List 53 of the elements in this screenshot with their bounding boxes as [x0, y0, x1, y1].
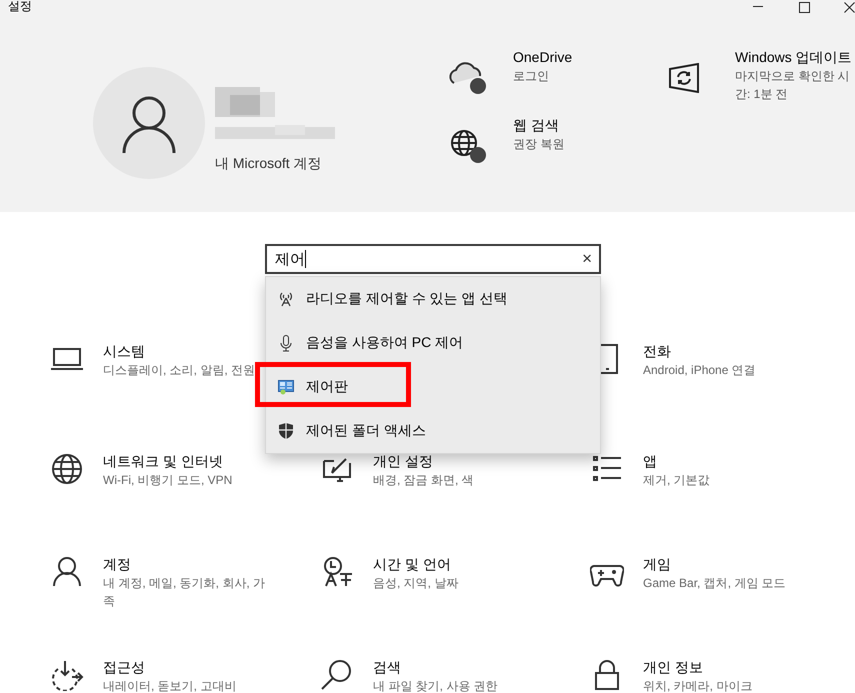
category-title[interactable]: 개인 설정 [373, 451, 474, 471]
shortcut-description: 로그인 [513, 68, 550, 85]
maximize-icon[interactable] [799, 2, 810, 12]
shortcut-title[interactable]: OneDrive [513, 47, 572, 67]
category-description: 음성, 지역, 날짜 [373, 575, 458, 592]
person-icon[interactable] [50, 556, 84, 588]
category-description: 디스플레이, 소리, 알림, 전원 [103, 362, 256, 379]
close-icon[interactable] [844, 2, 855, 12]
search-icon[interactable] [320, 659, 354, 691]
category-title[interactable]: 시스템 [103, 341, 256, 361]
shortcut-description: 마지막으로 확인한 시 [735, 68, 851, 85]
microphone-icon [278, 334, 294, 352]
globe-icon[interactable] [50, 453, 84, 485]
category-description: 배경, 잠금 화면, 색 [373, 472, 474, 489]
category-title[interactable]: 전화 [643, 341, 756, 361]
category-description: Wi-Fi, 비행기 모드, VPN [103, 472, 232, 489]
shield-icon [278, 423, 294, 439]
category-title[interactable]: 앱 [643, 451, 710, 471]
control-panel-icon [278, 380, 294, 394]
shortcut-title[interactable]: 웹 검색 [513, 115, 564, 135]
microsoft-account-link[interactable]: 내 Microsoft 계정 [215, 155, 340, 173]
category-title[interactable]: 접근성 [103, 657, 236, 677]
person-icon [121, 95, 177, 155]
category-description: 족 [103, 593, 116, 610]
category-description: Game Bar, 캡처, 게임 모드 [643, 575, 786, 592]
suggestion-item[interactable]: 라디오를 제어할 수 있는 앱 선택 [266, 277, 600, 321]
suggestion-item[interactable]: 음성을 사용하여 PC 제어 [266, 321, 600, 365]
minimize-icon[interactable] [753, 6, 765, 8]
category-description: 내 파일 찾기, 사용 권한 [373, 678, 498, 693]
accessibility-icon[interactable] [50, 659, 84, 691]
category-description: 내레이터, 돋보기, 고대비 [103, 678, 236, 693]
sync-icon[interactable] [668, 63, 700, 93]
category-title[interactable]: 네트워크 및 인터넷 [103, 451, 232, 471]
shortcut-title[interactable]: Windows 업데이트 [735, 47, 852, 67]
antenna-icon [278, 291, 294, 307]
search-field[interactable]: 제어 × [265, 244, 601, 274]
category-title[interactable]: 계정 [103, 554, 266, 574]
cloud-icon[interactable] [448, 59, 488, 95]
window-title: 설정 [7, 0, 32, 12]
globe-icon[interactable] [448, 127, 488, 163]
category-description: 제거, 기본값 [643, 472, 710, 489]
shortcut-description: 간: 1분 전 [735, 86, 789, 103]
suggestion-item[interactable]: 제어판 [266, 365, 600, 409]
category-title[interactable]: 게임 [643, 554, 786, 574]
category-title[interactable]: 시간 및 언어 [373, 554, 458, 574]
category-description: Android, iPhone 연결 [643, 362, 756, 379]
category-description: 위치, 카메라, 마이크 [643, 678, 752, 693]
category-title[interactable]: 검색 [373, 657, 498, 677]
suggestion-item[interactable]: 제어된 폴더 액세스 [266, 409, 600, 453]
shortcut-description: 권장 복원 [513, 136, 564, 153]
category-title[interactable]: 개인 정보 [643, 657, 752, 677]
category-description: 내 계정, 메일, 동기화, 회사, 가 [103, 575, 266, 592]
clear-search-button[interactable]: × [582, 249, 592, 269]
